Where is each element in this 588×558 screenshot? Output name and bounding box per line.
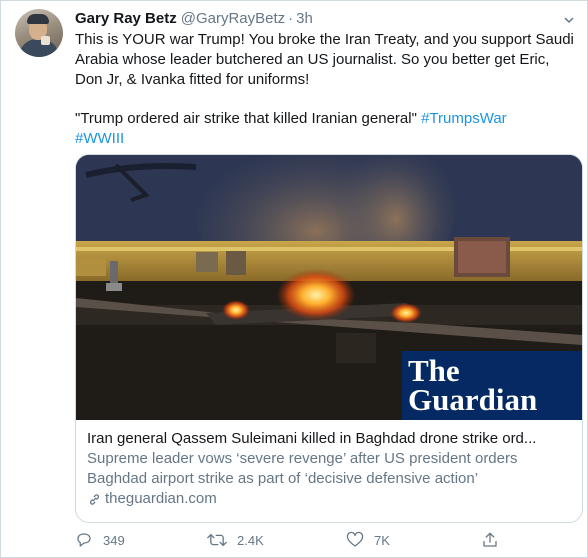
reply-count: 349: [103, 532, 125, 548]
retweet-button[interactable]: 2.4K: [207, 531, 264, 549]
link-preview-card[interactable]: The Guardian Iran general Qassem Suleima…: [75, 154, 583, 523]
quote-text: "Trump ordered air strike that killed Ir…: [75, 110, 422, 127]
share-icon: [483, 532, 497, 547]
author-handle[interactable]: @GaryRayBetz: [181, 10, 285, 27]
tweet-text-main: This is YOUR war Trump! You broke the Ir…: [75, 31, 574, 88]
tweet-header: Gary Ray Betz @GaryRayBetz · 3h: [75, 10, 313, 27]
hashtag-link[interactable]: #TrumpsWar: [421, 110, 507, 127]
action-bar: 349 2.4K 7K: [75, 531, 575, 553]
card-title[interactable]: Iran general Qassem Suleimani killed in …: [87, 429, 575, 449]
card-description: Supreme leader vows ‘severe revenge’ aft…: [87, 450, 518, 487]
link-icon: [89, 493, 100, 505]
retweet-icon: [207, 533, 227, 547]
card-text: Iran general Qassem Suleimani killed in …: [87, 429, 575, 509]
card-domain[interactable]: theguardian.com: [87, 489, 575, 509]
avatar[interactable]: [15, 9, 63, 57]
retweet-count: 2.4K: [237, 532, 264, 548]
hashtag-link[interactable]: #WWIII: [75, 130, 124, 147]
card-image: The Guardian: [76, 155, 582, 420]
heart-icon: [346, 531, 364, 547]
like-count: 7K: [374, 532, 390, 548]
author-name[interactable]: Gary Ray Betz: [75, 10, 177, 27]
separator-dot: ·: [288, 10, 294, 27]
card-domain-text: theguardian.com: [105, 490, 217, 507]
tweet-text-quote: "Trump ordered air strike that killed Ir…: [75, 109, 575, 149]
tweet-card[interactable]: Gary Ray Betz @GaryRayBetz · 3h This is YOU…: [0, 0, 588, 558]
chevron-down-icon[interactable]: [563, 14, 575, 26]
guardian-logo: The Guardian: [402, 351, 582, 420]
tweet-text: This is YOUR war Trump! You broke the Ir…: [75, 30, 575, 149]
reply-button[interactable]: 349: [75, 531, 125, 549]
like-button[interactable]: 7K: [346, 531, 390, 549]
tweet-timestamp[interactable]: 3h: [296, 10, 313, 27]
share-button[interactable]: [481, 531, 499, 549]
reply-icon: [77, 533, 91, 547]
